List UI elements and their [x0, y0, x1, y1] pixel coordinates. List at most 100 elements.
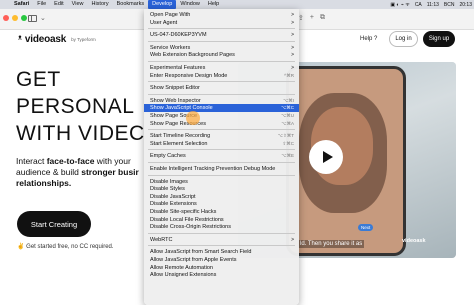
menu-item-label: Allow Remote Automation	[150, 264, 213, 271]
develop-menu-item[interactable]: WebRTC >	[144, 236, 299, 244]
develop-menu: Open Page With > User Agent > US-047-D60KEP3…	[144, 9, 299, 305]
chevron-right-icon: >	[291, 52, 294, 59]
menu-file[interactable]: File	[33, 0, 50, 9]
chevron-right-icon: >	[291, 32, 294, 39]
menu-item-label: Service Workers	[150, 44, 191, 51]
menu-help[interactable]: Help	[204, 0, 223, 9]
play-icon[interactable]	[309, 140, 343, 174]
minimize-window-button[interactable]	[12, 15, 18, 21]
login-button[interactable]: Log in	[389, 31, 418, 47]
menu-history[interactable]: History	[87, 0, 112, 9]
sidebar-toggle-icon[interactable]	[28, 15, 37, 22]
hand-icon: ✌	[17, 244, 25, 250]
menu-item-label: User Agent	[150, 19, 178, 26]
cursor-highlight	[186, 111, 200, 125]
menu-item-label: Disable Extensions	[150, 201, 197, 208]
menu-separator	[148, 174, 295, 176]
status-icons[interactable]: ▣ ◐ ⌁ ᯤ	[390, 2, 410, 8]
time-primary[interactable]: 11:13	[427, 2, 439, 8]
menu-view[interactable]: View	[68, 0, 88, 9]
menu-separator	[148, 93, 295, 95]
menu-safari[interactable]: Safari	[10, 0, 33, 9]
brand-logo[interactable]: ᵜ videoask by Typeform	[18, 34, 96, 45]
menu-item-shortcut: ⌥⌘A	[281, 120, 294, 126]
hero-title-line-1: GET	[16, 68, 61, 91]
menu-separator	[148, 40, 295, 42]
menu-bookmarks[interactable]: Bookmarks	[113, 0, 149, 9]
menu-separator	[148, 232, 295, 234]
window-controls	[3, 15, 27, 21]
toolbar-right-icons: ⇪ + ⧉	[298, 14, 325, 22]
develop-menu-item[interactable]: Show Snippet Editor	[144, 84, 299, 92]
signup-button[interactable]: Sign up	[423, 31, 455, 47]
menu-item-label: Disable Styles	[150, 186, 185, 193]
hero-title-line-2: PERSONAL	[16, 95, 135, 118]
close-window-button[interactable]	[3, 15, 9, 21]
develop-menu-item[interactable]: Enable Intelligent Tracking Prevention D…	[144, 165, 299, 173]
menu-item-label: Allow Unsigned Extensions	[150, 272, 217, 279]
city-label: BCN	[443, 1, 455, 8]
hero-title-line-3: WITH VIDEC	[16, 122, 145, 145]
menu-edit[interactable]: Edit	[50, 0, 67, 9]
develop-menu-item[interactable]: Start Element Selection ⇧⌘C	[144, 140, 299, 148]
menu-item-label: Enter Responsive Design Mode	[150, 72, 228, 79]
develop-menu-item[interactable]: Show Page Resources ⌥⌘A	[144, 120, 299, 128]
menu-item-shortcut: ^⌘R	[284, 72, 294, 78]
menu-item-label: Disable Images	[150, 178, 188, 185]
new-tab-icon[interactable]: +	[310, 14, 314, 22]
menu-item-label: Show JavaScript Console	[150, 105, 213, 112]
menu-bar: Safari File Edit View History Bookmarks …	[0, 0, 474, 9]
menu-develop[interactable]: Develop	[148, 0, 177, 9]
menu-item-label: Open Page With	[150, 12, 191, 18]
menu-item-label: Experimental Features	[150, 65, 206, 71]
start-creating-button[interactable]: Start Creating	[17, 211, 91, 237]
menu-item-label: Show Snippet Editor	[150, 85, 200, 92]
help-link[interactable]: Help ?	[360, 36, 377, 42]
menu-separator	[148, 162, 295, 163]
menu-item-label: Show Web Inspector	[150, 97, 201, 104]
develop-menu-item[interactable]: Web Extension Background Pages >	[144, 51, 299, 59]
video-caption: ld. Then you share it as	[298, 240, 365, 248]
menu-item-shortcut: ⇧⌘C	[282, 140, 294, 146]
develop-menu-item[interactable]: Enter Responsive Design Mode ^⌘R	[144, 72, 299, 80]
menu-separator	[148, 28, 295, 30]
zoom-window-button[interactable]	[21, 15, 27, 21]
time-secondary: 20:13	[459, 1, 472, 8]
develop-menu-item[interactable]: User Agent >	[144, 19, 299, 27]
menu-item-label: Allow JavaScript from Smart Search Field	[150, 249, 252, 256]
locale-indicator[interactable]: CA	[415, 2, 422, 8]
menu-item-label: Start Element Selection	[150, 140, 208, 147]
menu-item-label: Web Extension Background Pages	[150, 52, 235, 59]
menu-separator	[148, 61, 295, 62]
menu-item-label: US-047-D60KEP3YVM	[150, 32, 207, 39]
chevron-down-icon[interactable]: ⌄	[40, 14, 46, 22]
develop-menu-item[interactable]: Disable Cross-Origin Restrictions	[144, 223, 299, 231]
menu-item-label: Start Timeline Recording	[150, 133, 211, 140]
phone-frame	[286, 66, 406, 256]
develop-menu-item[interactable]: US-047-D60KEP3YVM >	[144, 31, 299, 39]
videoask-logo-icon: ᵜ	[18, 33, 22, 45]
menu-item-label: Disable Site-specific Hacks	[150, 209, 217, 215]
next-button[interactable]: Next	[358, 224, 374, 231]
tab-overview-icon[interactable]: ⧉	[320, 14, 325, 22]
menu-item-label: Disable Cross-Origin Restrictions	[150, 224, 231, 231]
menu-item-label: WebRTC	[150, 236, 173, 243]
video-brand-badge: videoask	[402, 238, 426, 244]
chevron-right-icon: >	[291, 19, 294, 26]
menu-item-label: Allow JavaScript from Apple Events	[150, 257, 237, 263]
menu-window[interactable]: Window	[176, 0, 204, 9]
menu-item-label: Empty Caches	[150, 153, 186, 160]
free-note: ✌ Get started free, no CC required.	[17, 244, 114, 250]
menu-item-label: Enable Intelligent Tracking Prevention D…	[150, 166, 276, 172]
menu-separator	[148, 245, 295, 247]
status-area: ▣ ◐ ⌁ ᯤ CA 11:13 BCN 20:13	[390, 0, 472, 9]
brand-name: videoask	[24, 34, 67, 45]
develop-menu-item[interactable]: Empty Caches ⌥⌘E	[144, 152, 299, 160]
chevron-right-icon: >	[291, 236, 294, 243]
develop-menu-item[interactable]: Allow Unsigned Extensions	[144, 271, 299, 279]
menu-separator	[148, 129, 295, 131]
menu-item-label: Disable Local File Restrictions	[150, 216, 224, 223]
menu-separator	[148, 81, 295, 83]
menu-separator	[148, 149, 295, 151]
menu-item-label: Disable JavaScript	[150, 193, 196, 200]
